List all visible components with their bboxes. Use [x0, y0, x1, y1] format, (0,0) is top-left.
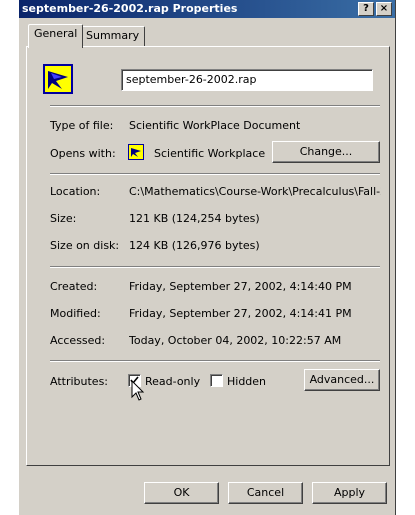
properties-dialog: september-26-2002.rap Properties ? × Gen…: [18, 0, 396, 515]
size-value: 121 KB (124,254 bytes): [129, 212, 260, 225]
accessed-label: Accessed:: [50, 334, 106, 347]
tab-general[interactable]: General: [28, 24, 84, 48]
scientific-workplace-document-icon: [43, 64, 73, 94]
scientific-workplace-app-icon: [128, 144, 144, 160]
help-button[interactable]: ?: [358, 2, 374, 16]
read-only-label[interactable]: Read-only: [145, 375, 200, 388]
created-value: Friday, September 27, 2002, 4:14:40 PM: [129, 280, 352, 293]
window-title: september-26-2002.rap Properties: [22, 2, 238, 15]
separator: [50, 266, 380, 268]
modified-value: Friday, September 27, 2002, 4:14:41 PM: [129, 307, 352, 320]
separator: [50, 360, 380, 362]
mouse-pointer-icon: [131, 380, 145, 401]
separator: [50, 173, 380, 175]
opens-with-value: Scientific Workplace: [154, 147, 266, 160]
location-label: Location:: [50, 185, 101, 198]
size-on-disk-label: Size on disk:: [50, 239, 120, 252]
general-tab-panel: september-26-2002.rap Type of file: Scie…: [26, 46, 390, 466]
created-label: Created:: [50, 280, 98, 293]
size-label: Size:: [50, 212, 77, 225]
tab-summary[interactable]: Summary: [80, 26, 146, 46]
advanced-button[interactable]: Advanced...: [304, 369, 380, 391]
type-of-file-label: Type of file:: [50, 119, 114, 132]
hidden-checkbox[interactable]: [210, 374, 223, 387]
location-value: C:\Mathematics\Course-Work\Precalculus\F…: [129, 185, 381, 198]
ok-button[interactable]: OK: [144, 482, 219, 504]
title-bar[interactable]: september-26-2002.rap Properties ? ×: [19, 0, 395, 18]
separator: [50, 105, 380, 107]
file-name-input[interactable]: september-26-2002.rap: [121, 69, 373, 91]
modified-label: Modified:: [50, 307, 101, 320]
attributes-label: Attributes:: [50, 375, 109, 388]
size-on-disk-value: 124 KB (126,976 bytes): [129, 239, 260, 252]
apply-button[interactable]: Apply: [312, 482, 387, 504]
type-of-file-value: Scientific WorkPlace Document: [129, 119, 301, 132]
hidden-label[interactable]: Hidden: [227, 375, 266, 388]
cancel-button[interactable]: Cancel: [228, 482, 303, 504]
opens-with-label: Opens with:: [50, 147, 116, 160]
close-button[interactable]: ×: [376, 2, 392, 16]
accessed-value: Today, October 04, 2002, 10:22:57 AM: [129, 334, 342, 347]
change-button[interactable]: Change...: [272, 141, 380, 163]
